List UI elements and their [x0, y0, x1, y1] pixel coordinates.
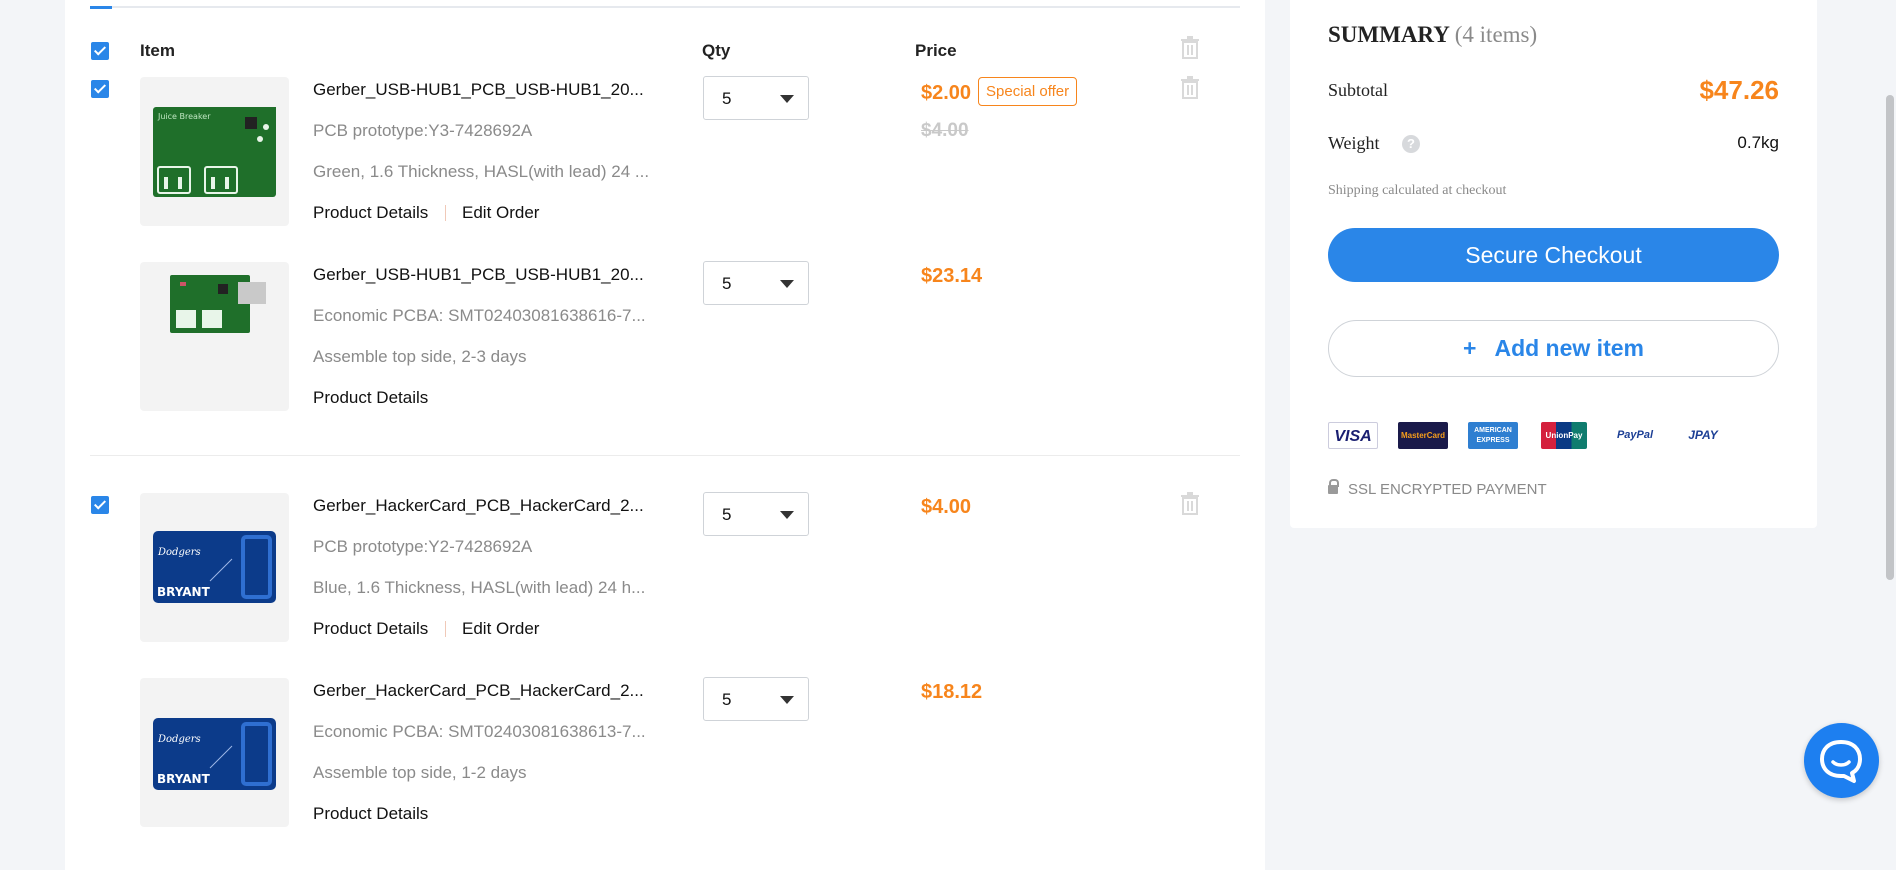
- item-4-price: $18.12: [921, 681, 983, 703]
- item-1-edit-order-link[interactable]: Edit Order: [462, 203, 539, 223]
- dodgers-logo: Dodgers: [157, 547, 201, 558]
- item-2-subtitle: Economic PCBA: SMT02403081638616-7...: [313, 306, 646, 325]
- item-group-1-checkbox[interactable]: [91, 80, 109, 98]
- delete-all-trash-icon[interactable]: [1179, 36, 1201, 60]
- item-4-title[interactable]: Gerber_HackerCard_PCB_HackerCard_2...: [313, 681, 644, 701]
- pcb-silkscreen-text: BRYANT: [157, 585, 211, 599]
- pcba-blue-thumbnail: Dodgers BRYANT: [140, 678, 289, 827]
- summary-title: SUMMARY (4 items): [1328, 22, 1537, 48]
- item-group-2-checkbox[interactable]: [91, 496, 109, 514]
- dodgers-logo: Dodgers: [157, 734, 201, 745]
- link-separator: [445, 621, 446, 637]
- item-3-spec: Blue, 1.6 Thickness, HASL(with lead) 24 …: [313, 578, 646, 597]
- item-2-qty-value: 5: [722, 274, 732, 293]
- item-3-price: $4.00: [921, 496, 972, 518]
- pcb-blue-thumbnail: Dodgers BRYANT: [140, 493, 289, 642]
- jpay-logo: JPAY: [1688, 428, 1718, 442]
- item-4-subtitle: Economic PCBA: SMT02403081638613-7...: [313, 722, 646, 741]
- live-chat-button[interactable]: [1804, 723, 1879, 798]
- cart-panel: Item Qty Price Juice Breaker Gerber_USB-…: [65, 0, 1265, 870]
- lock-icon: [1328, 479, 1339, 494]
- item-4-product-details-link[interactable]: Product Details: [313, 804, 428, 824]
- chat-bubble-icon: [1820, 740, 1862, 783]
- caret-down-icon: [780, 696, 794, 704]
- scrollbar-thumb[interactable]: [1886, 95, 1894, 580]
- weight-value: 0.7kg: [1737, 133, 1779, 152]
- tab-underline: [90, 6, 1240, 9]
- pcb-silkscreen-text: Juice Breaker: [157, 112, 211, 121]
- item-1-qty-select[interactable]: 5: [703, 76, 809, 120]
- ssl-label: SSL ENCRYPTED PAYMENT: [1348, 481, 1547, 498]
- column-header-qty: Qty: [702, 41, 731, 60]
- item-2-spec: Assemble top side, 2-3 days: [313, 347, 527, 366]
- add-new-item-label: Add new item: [1494, 335, 1644, 361]
- item-group-2-trash-icon[interactable]: [1179, 492, 1201, 516]
- item-1-old-price: $4.00: [921, 120, 969, 141]
- order-summary-card: SUMMARY (4 items) Subtotal $47.26 Weight…: [1290, 0, 1817, 528]
- unionpay-logo: UnionPay: [1541, 422, 1587, 449]
- item-4-qty-value: 5: [722, 690, 732, 709]
- shipping-note: Shipping calculated at checkout: [1328, 183, 1507, 198]
- active-tab-indicator: [90, 6, 112, 9]
- item-3-title[interactable]: Gerber_HackerCard_PCB_HackerCard_2...: [313, 496, 644, 516]
- pcba-green-thumbnail: [140, 262, 289, 411]
- pcb-green-thumbnail: Juice Breaker: [140, 77, 289, 226]
- item-3-qty-select[interactable]: 5: [703, 492, 809, 536]
- amex-logo: AMERICAN EXPRESS: [1468, 422, 1518, 449]
- column-header-item: Item: [140, 41, 175, 60]
- pcb-silkscreen-text: BRYANT: [157, 772, 211, 786]
- column-header-price: Price: [915, 41, 957, 60]
- plus-icon: +: [1463, 335, 1477, 361]
- select-all-checkbox[interactable]: [91, 42, 109, 60]
- weight-label: Weight: [1328, 133, 1380, 153]
- caret-down-icon: [780, 511, 794, 519]
- mastercard-logo: MasterCard: [1398, 422, 1448, 449]
- item-2-title[interactable]: Gerber_USB-HUB1_PCB_USB-HUB1_20...: [313, 265, 644, 285]
- item-2-price: $23.14: [921, 265, 983, 287]
- subtotal-label: Subtotal: [1328, 80, 1389, 100]
- item-3-edit-order-link[interactable]: Edit Order: [462, 619, 539, 639]
- help-icon[interactable]: ?: [1402, 135, 1420, 153]
- item-1-title[interactable]: Gerber_USB-HUB1_PCB_USB-HUB1_20...: [313, 80, 644, 100]
- paypal-logo: PayPal: [1616, 429, 1654, 441]
- item-1-subtitle: PCB prototype:Y3-7428692A: [313, 121, 533, 140]
- subtotal-value: $47.26: [1699, 75, 1779, 105]
- item-2-qty-select[interactable]: 5: [703, 261, 809, 305]
- item-group-1-trash-icon[interactable]: [1179, 76, 1201, 100]
- caret-down-icon: [780, 280, 794, 288]
- item-2-product-details-link[interactable]: Product Details: [313, 388, 428, 408]
- item-1-spec: Green, 1.6 Thickness, HASL(with lead) 24…: [313, 162, 650, 181]
- item-4-spec: Assemble top side, 1-2 days: [313, 763, 527, 782]
- add-new-item-button[interactable]: + Add new item: [1328, 320, 1779, 377]
- visa-logo: VISA: [1328, 422, 1378, 449]
- page-scrollbar[interactable]: [1884, 0, 1896, 870]
- caret-down-icon: [780, 95, 794, 103]
- link-separator: [445, 205, 446, 221]
- item-3-product-details-link[interactable]: Product Details: [313, 619, 428, 639]
- item-3-subtitle: PCB prototype:Y2-7428692A: [313, 537, 533, 556]
- item-4-qty-select[interactable]: 5: [703, 677, 809, 721]
- item-1-price: $2.00: [921, 82, 972, 104]
- special-offer-badge: Special offer: [978, 77, 1078, 106]
- secure-checkout-button[interactable]: Secure Checkout: [1328, 228, 1779, 282]
- group-divider: [90, 455, 1240, 456]
- item-1-product-details-link[interactable]: Product Details: [313, 203, 428, 223]
- ssl-notice: SSL ENCRYPTED PAYMENT: [1328, 479, 1547, 498]
- summary-item-count: (4 items): [1454, 22, 1538, 47]
- item-3-qty-value: 5: [722, 505, 732, 524]
- item-1-qty-value: 5: [722, 89, 732, 108]
- summary-heading: SUMMARY: [1328, 22, 1449, 47]
